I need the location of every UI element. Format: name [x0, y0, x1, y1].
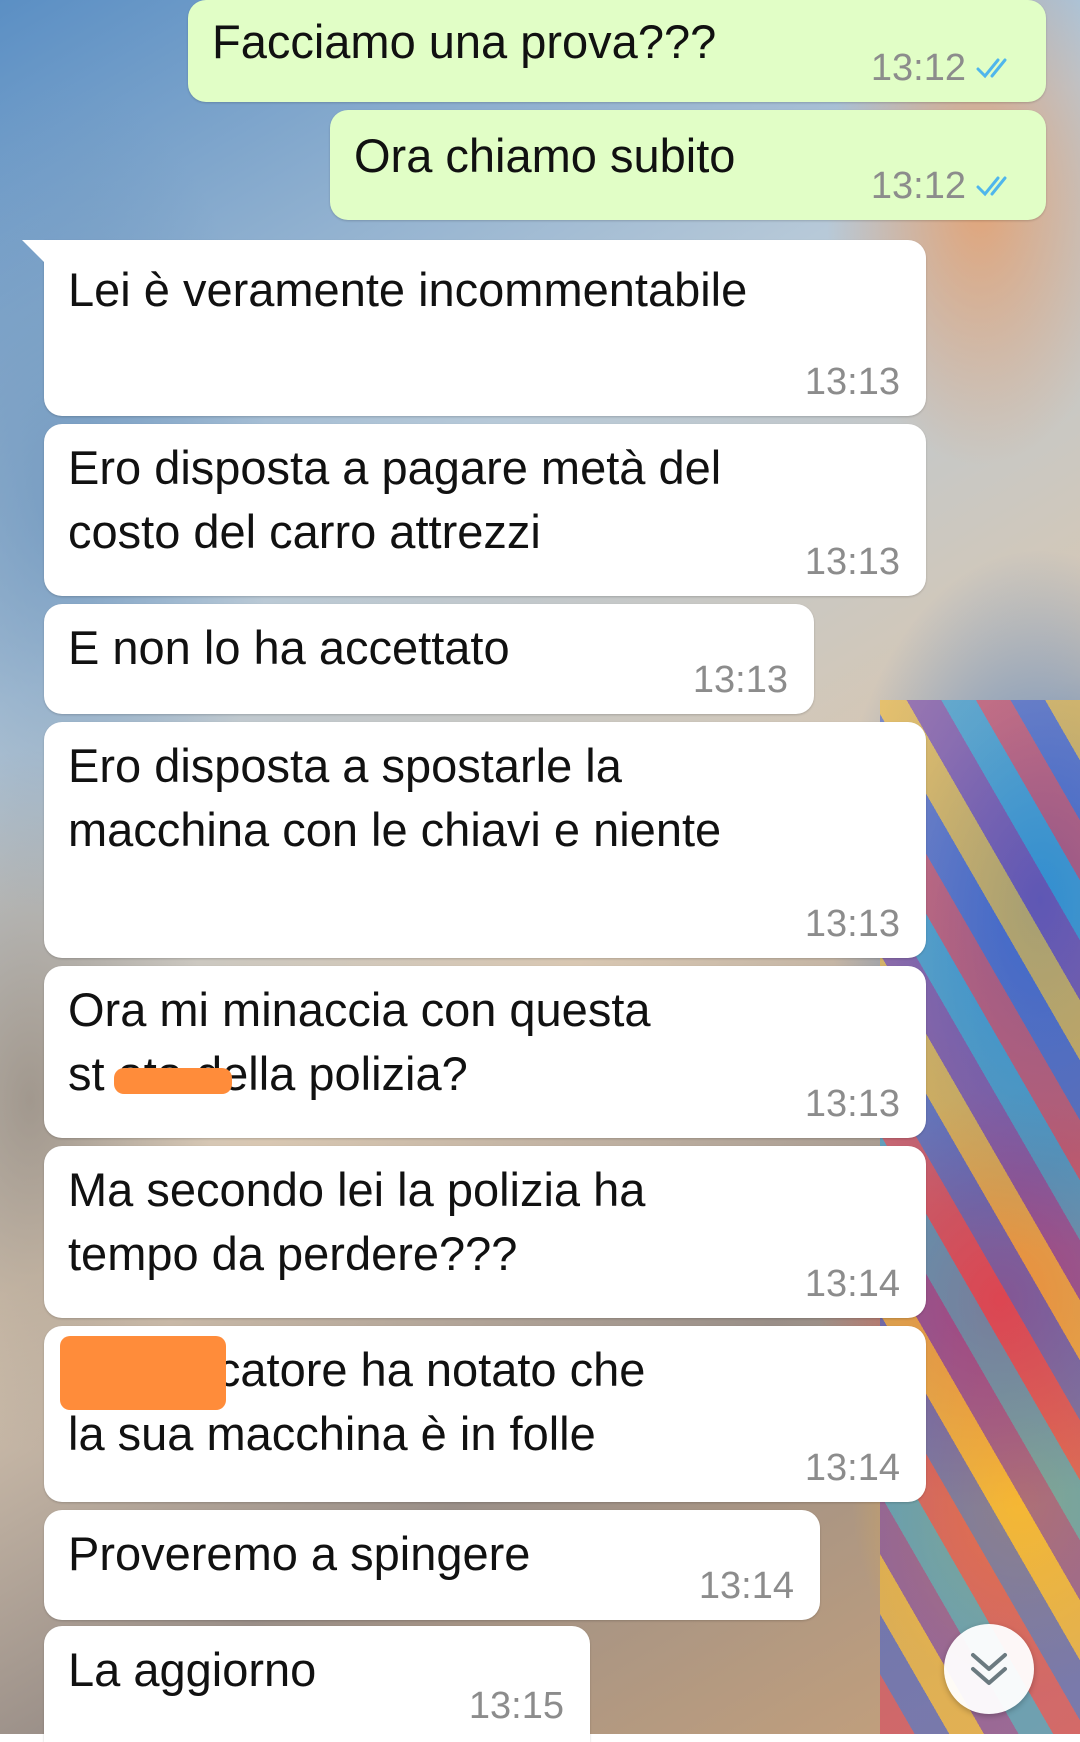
message-bubble-incoming[interactable]: il traslocatore ha notato che la sua mac… — [44, 1326, 926, 1502]
message-bubble-incoming[interactable]: Ma secondo lei la polizia ha tempo da pe… — [44, 1146, 926, 1318]
message-text: Ero disposta a spostarle la macchina con… — [68, 739, 722, 856]
message-meta: 13:13 — [805, 362, 900, 402]
message-list[interactable]: Facciamo una prova??? 13:12 Ora chiamo s… — [0, 0, 1080, 1742]
message-meta: 13:12 — [871, 166, 1020, 206]
message-time: 13:14 — [804, 1263, 900, 1305]
message-text: Proveremo a spingere — [68, 1527, 531, 1580]
message-time: 13:12 — [870, 47, 966, 89]
message-time: 13:14 — [698, 1565, 794, 1607]
message-bubble-incoming[interactable]: Ero disposta a spostarle la macchina con… — [44, 722, 926, 958]
scroll-to-bottom-button[interactable] — [944, 1624, 1034, 1714]
message-time: 13:13 — [804, 541, 900, 583]
double-check-icon — [976, 58, 1007, 79]
message-text: E non lo ha accettato — [68, 621, 510, 674]
message-bubble-outgoing[interactable]: Ora chiamo subito 13:12 — [330, 110, 1046, 220]
double-check-icon — [976, 176, 1007, 197]
message-meta: 13:14 — [805, 1264, 900, 1304]
message-time: 13:15 — [468, 1685, 564, 1727]
message-time: 13:12 — [870, 165, 966, 207]
message-meta: 13:15 — [469, 1686, 564, 1726]
message-text: Lei è veramente incommentabile — [68, 263, 748, 316]
message-meta: 13:12 — [871, 48, 1020, 88]
message-bubble-incoming[interactable]: Lei è veramente incommentabile 13:13 — [22, 240, 926, 416]
redaction-mark — [60, 1336, 226, 1410]
message-meta: 13:13 — [805, 1084, 900, 1124]
message-time: 13:13 — [692, 659, 788, 701]
double-chevron-down-icon — [971, 1653, 1007, 1685]
redaction-mark — [114, 1068, 232, 1094]
message-text: Ma secondo lei la polizia ha tempo da pe… — [68, 1163, 646, 1280]
message-meta: 13:13 — [805, 542, 900, 582]
message-bubble-incoming[interactable]: Ora mi minaccia con questa st ata della … — [44, 966, 926, 1138]
message-bubble-incoming[interactable]: Proveremo a spingere 13:14 — [44, 1510, 820, 1620]
message-meta: 13:13 — [693, 660, 788, 700]
message-bubble-incoming[interactable]: Ero disposta a pagare metà del costo del… — [44, 424, 926, 596]
message-time: 13:13 — [804, 903, 900, 945]
message-time: 13:13 — [804, 1083, 900, 1125]
bubble-tail — [22, 240, 48, 266]
message-text: Ero disposta a pagare metà del costo del… — [68, 441, 722, 558]
message-meta: 13:14 — [805, 1448, 900, 1488]
message-bubble-outgoing[interactable]: Facciamo una prova??? 13:12 — [188, 0, 1046, 102]
message-time: 13:13 — [804, 361, 900, 403]
message-bubble-incoming[interactable]: La aggiorno 13:15 — [44, 1626, 590, 1742]
message-meta: 13:14 — [699, 1566, 794, 1606]
message-time: 13:14 — [804, 1447, 900, 1489]
message-bubble-incoming[interactable]: E non lo ha accettato 13:13 — [44, 604, 814, 714]
message-meta: 13:13 — [805, 904, 900, 944]
